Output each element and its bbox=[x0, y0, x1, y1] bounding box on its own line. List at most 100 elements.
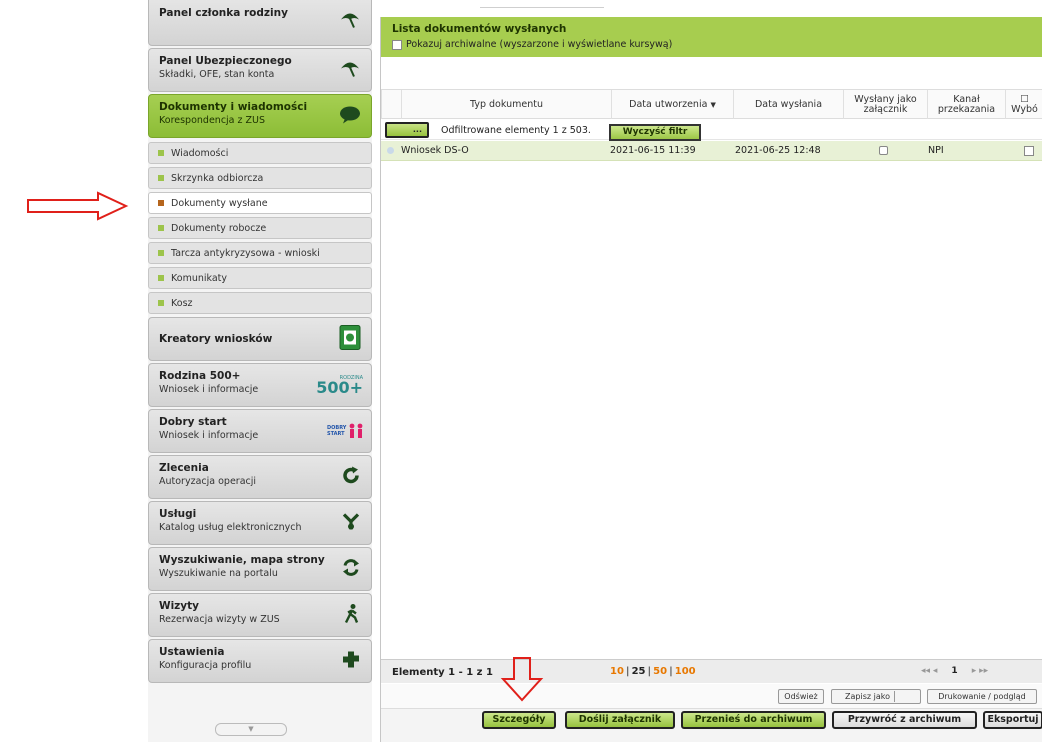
cell-sent: 2021-06-25 12:48 bbox=[735, 145, 821, 156]
table-header: Typ dokumentu Data utworzenia ▼ Data wys… bbox=[381, 89, 1042, 119]
cell-created: 2021-06-15 11:39 bbox=[610, 145, 696, 156]
sidebar-item-inbox[interactable]: Skrzynka odbiorcza bbox=[148, 167, 372, 189]
rodzina-500-logo: RODZINA 500+ bbox=[316, 375, 363, 397]
panel-family-500[interactable]: Rodzina 500+ Wniosek i informacje RODZIN… bbox=[148, 363, 372, 407]
refresh-button[interactable]: Odśwież bbox=[778, 689, 824, 704]
panel-title: Wizyty bbox=[159, 600, 200, 612]
panel-settings[interactable]: Ustawienia Konfiguracja profilu bbox=[148, 639, 372, 683]
page-size-10[interactable]: 10 bbox=[610, 666, 624, 677]
top-divider bbox=[480, 7, 604, 8]
first-page-icon[interactable]: ◂◂ ◂ bbox=[921, 666, 937, 676]
document-wizard-icon bbox=[339, 325, 361, 354]
page-size-100[interactable]: 100 bbox=[675, 666, 696, 677]
save-as-button[interactable]: Zapisz jako bbox=[831, 689, 921, 704]
details-button[interactable]: Szczegóły bbox=[482, 711, 556, 729]
panel-title: Panel Ubezpieczonego bbox=[159, 55, 292, 67]
panel-title: Zlecenia bbox=[159, 462, 209, 474]
sidebar-item-sent-documents[interactable]: Dokumenty wysłane bbox=[148, 192, 372, 214]
panel-title: Usługi bbox=[159, 508, 197, 520]
sidebar-item-drafts[interactable]: Dokumenty robocze bbox=[148, 217, 372, 239]
annotation-arrow-right bbox=[27, 191, 129, 221]
sidebar-item-label: Tarcza antykryzysowa - wnioski bbox=[171, 248, 320, 259]
bullet-icon bbox=[158, 300, 164, 306]
column-header-created[interactable]: Data utworzenia ▼ bbox=[611, 90, 733, 119]
panel-subtitle: Wniosek i informacje bbox=[159, 384, 259, 395]
filter-row: ... Odfiltrowane elementy 1 z 503. Wyczy… bbox=[381, 120, 1042, 141]
umbrella-icon bbox=[339, 10, 361, 33]
clear-filter-button[interactable]: Wyczyść filtr bbox=[609, 124, 701, 141]
cell-type: Wniosek DS-O bbox=[401, 145, 469, 156]
page-size-25[interactable]: 25 bbox=[632, 666, 646, 677]
sidebar-scroll-handle[interactable]: ▼ bbox=[215, 723, 287, 736]
bullet-icon bbox=[158, 225, 164, 231]
panel-application-wizards[interactable]: Kreatory wniosków bbox=[148, 317, 372, 361]
current-page: 1 bbox=[951, 666, 958, 676]
panel-subtitle: Wniosek i informacje bbox=[159, 430, 259, 441]
panel-subtitle: Rezerwacja wizyty w ZUS bbox=[159, 614, 280, 625]
row-marker-icon bbox=[387, 147, 394, 154]
puzzle-icon bbox=[341, 650, 361, 673]
page-size-selector: 10 | 25 | 50 | 100 bbox=[610, 666, 696, 677]
panel-title: Panel członka rodziny bbox=[159, 7, 288, 19]
page-size-50[interactable]: 50 bbox=[653, 666, 667, 677]
panel-subtitle: Konfiguracja profilu bbox=[159, 660, 252, 671]
panel-subtitle: Katalog usług elektronicznych bbox=[159, 522, 302, 533]
filter-status-text: Odfiltrowane elementy 1 z 503. bbox=[441, 125, 591, 136]
speech-bubble-icon bbox=[339, 105, 361, 128]
row-select-checkbox[interactable] bbox=[1024, 146, 1034, 156]
bullet-icon bbox=[158, 200, 164, 206]
panel-services[interactable]: Usługi Katalog usług elektronicznych bbox=[148, 501, 372, 545]
move-to-archive-button[interactable]: Przenieś do archiwum bbox=[681, 711, 826, 729]
panel-orders[interactable]: Zlecenia Autoryzacja operacji bbox=[148, 455, 372, 499]
show-archived-checkbox[interactable] bbox=[392, 39, 402, 50]
sort-desc-icon: ▼ bbox=[710, 100, 716, 109]
panel-good-start[interactable]: Dobry start Wniosek i informacje DOBRY S… bbox=[148, 409, 372, 453]
bullet-icon bbox=[158, 250, 164, 256]
panel-family-member[interactable]: Panel członka rodziny bbox=[148, 0, 372, 46]
panel-title: Dobry start bbox=[159, 416, 227, 428]
chevron-down-icon[interactable] bbox=[893, 691, 907, 702]
panel-title: Wyszukiwanie, mapa strony bbox=[159, 554, 325, 566]
panel-subtitle: Autoryzacja operacji bbox=[159, 476, 257, 487]
column-header-channel[interactable]: Kanał przekazania bbox=[927, 90, 1005, 119]
annotation-arrow-down bbox=[500, 657, 544, 702]
bullet-icon bbox=[158, 150, 164, 156]
sidebar-item-anti-crisis-shield[interactable]: Tarcza antykryzysowa - wnioski bbox=[148, 242, 372, 264]
export-button[interactable]: Eksportuj bbox=[983, 711, 1042, 729]
sync-icon bbox=[341, 558, 361, 581]
walking-person-icon bbox=[343, 604, 361, 627]
list-title: Lista dokumentów wysłanych bbox=[392, 23, 567, 35]
sidebar-item-label: Skrzynka odbiorcza bbox=[171, 173, 264, 184]
list-header: Lista dokumentów wysłanych Pokazuj archi… bbox=[381, 17, 1042, 57]
sidebar-item-label: Komunikaty bbox=[171, 273, 228, 284]
last-page-icon[interactable]: ▸ ▸▸ bbox=[972, 666, 988, 676]
sent-as-attachment-checkbox bbox=[879, 146, 888, 155]
fork-icon bbox=[341, 512, 361, 535]
filter-button[interactable]: ... bbox=[385, 122, 429, 138]
bullet-icon bbox=[158, 275, 164, 281]
header-blank bbox=[381, 90, 401, 119]
panel-documents-messages[interactable]: Dokumenty i wiadomości Korespondencja z … bbox=[148, 94, 372, 138]
send-attachment-button[interactable]: Doślij załącznik bbox=[565, 711, 675, 729]
restore-from-archive-button[interactable]: Przywróć z archiwum bbox=[832, 711, 977, 729]
table-row[interactable]: Wniosek DS-O 2021-06-15 11:39 2021-06-25… bbox=[381, 141, 1042, 161]
panel-title: Ustawienia bbox=[159, 646, 225, 658]
sidebar-item-messages[interactable]: Wiadomości bbox=[148, 142, 372, 164]
column-header-sent[interactable]: Data wysłania bbox=[733, 90, 843, 119]
show-archived-label: Pokazuj archiwalne (wyszarzone i wyświet… bbox=[406, 39, 673, 50]
sidebar-item-notices[interactable]: Komunikaty bbox=[148, 267, 372, 289]
print-preview-button[interactable]: Drukowanie / podgląd bbox=[927, 689, 1037, 704]
sidebar-item-trash[interactable]: Kosz bbox=[148, 292, 372, 314]
panel-insured[interactable]: Panel Ubezpieczonego Składki, OFE, stan … bbox=[148, 48, 372, 92]
panel-subtitle: Korespondencja z ZUS bbox=[159, 115, 266, 126]
bullet-icon bbox=[158, 175, 164, 181]
panel-subtitle: Składki, OFE, stan konta bbox=[159, 69, 275, 80]
column-header-select[interactable]: ☐ Wybó bbox=[1005, 90, 1042, 119]
sidebar: Panel członka rodziny Panel Ubezpieczone… bbox=[148, 0, 372, 742]
panel-title: Dokumenty i wiadomości bbox=[159, 101, 308, 113]
panel-visits[interactable]: Wizyty Rezerwacja wizyty w ZUS bbox=[148, 593, 372, 637]
column-header-attachment[interactable]: Wysłany jako załącznik bbox=[843, 90, 927, 119]
panel-search-sitemap[interactable]: Wyszukiwanie, mapa strony Wyszukiwanie n… bbox=[148, 547, 372, 591]
column-header-type[interactable]: Typ dokumentu bbox=[401, 90, 611, 119]
sidebar-item-label: Kosz bbox=[171, 298, 193, 309]
